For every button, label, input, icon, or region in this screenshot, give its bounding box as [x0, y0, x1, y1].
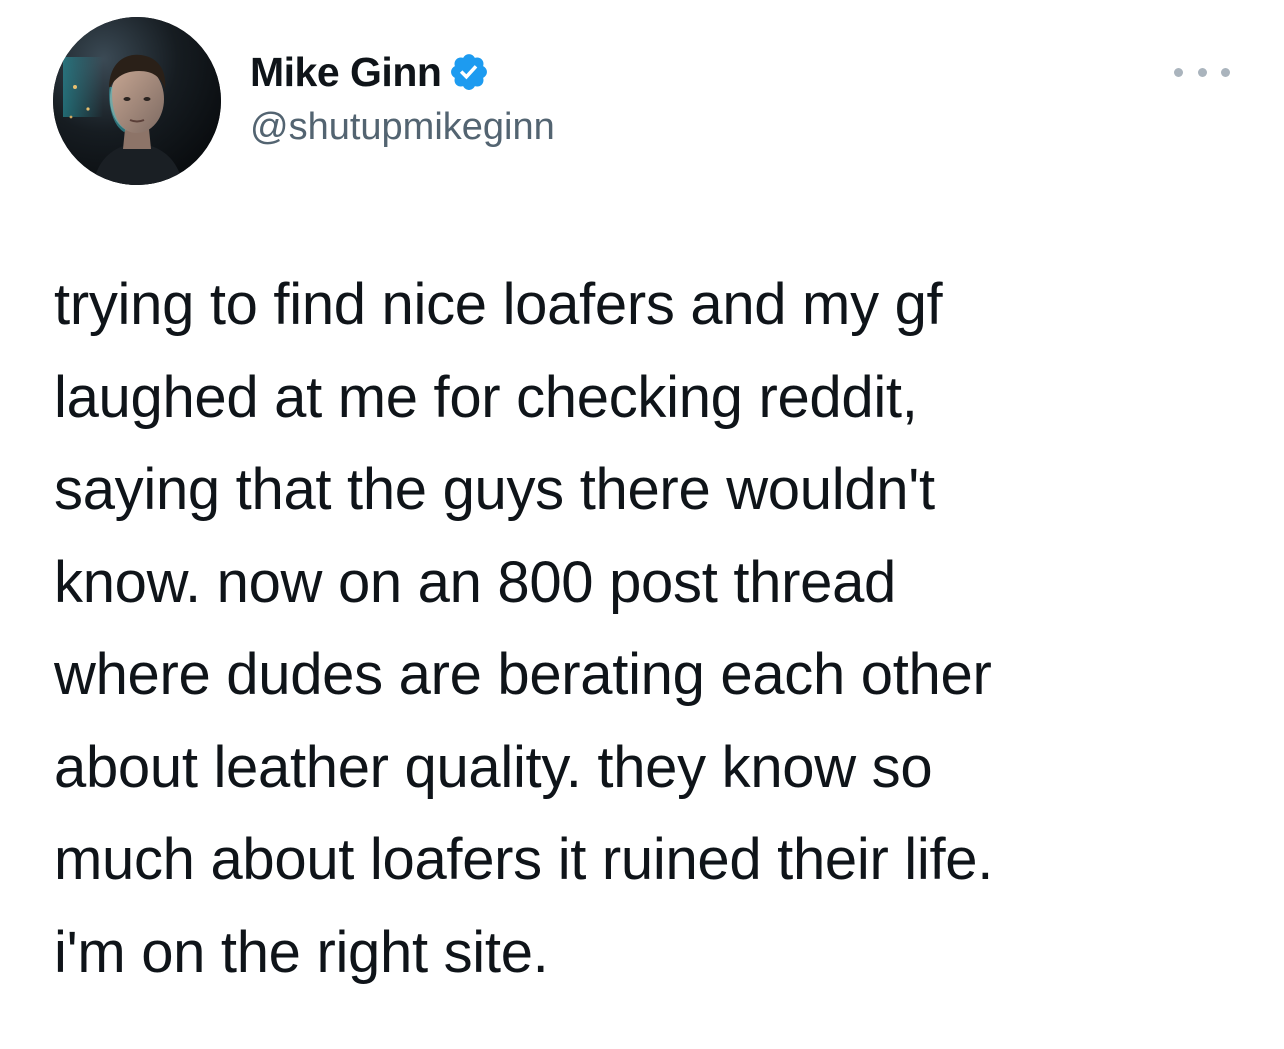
tweet-text-line: where dudes are berating each other	[54, 642, 992, 707]
tweet-text-line: trying to find nice loafers and my gf	[54, 272, 943, 337]
display-name[interactable]: Mike Ginn	[250, 49, 442, 96]
tweet-text-line: laughed at me for checking reddit,	[54, 364, 918, 430]
tweet-text-line: i'm on the right site.	[54, 919, 549, 985]
tweet-text-line: about leather quality. they know so	[54, 734, 933, 800]
more-dot	[1174, 67, 1183, 77]
author-info: Mike Ginn @shutupmikeginn	[250, 46, 555, 149]
handle[interactable]: @shutupmikeginn	[250, 106, 555, 149]
more-dot	[1197, 67, 1207, 77]
avatar[interactable]	[53, 17, 221, 185]
name-row: Mike Ginn	[250, 46, 555, 98]
tweet-text-line: much about loafers it ruined their life.	[54, 827, 994, 892]
tweet-text-line: saying that the guys there wouldn't	[54, 457, 935, 522]
more-dot	[1221, 67, 1230, 77]
more-options-icon[interactable]	[1174, 58, 1230, 86]
tweet-text-line: know. now on an 800 post thread	[54, 549, 896, 615]
tweet-text: trying to find nice loafers and my gf la…	[54, 270, 1254, 1010]
tweet: Mike Ginn @shutupmikeginn trying to find…	[0, 0, 1284, 1049]
avatar-image	[53, 17, 221, 185]
verified-badge-icon	[448, 51, 490, 93]
